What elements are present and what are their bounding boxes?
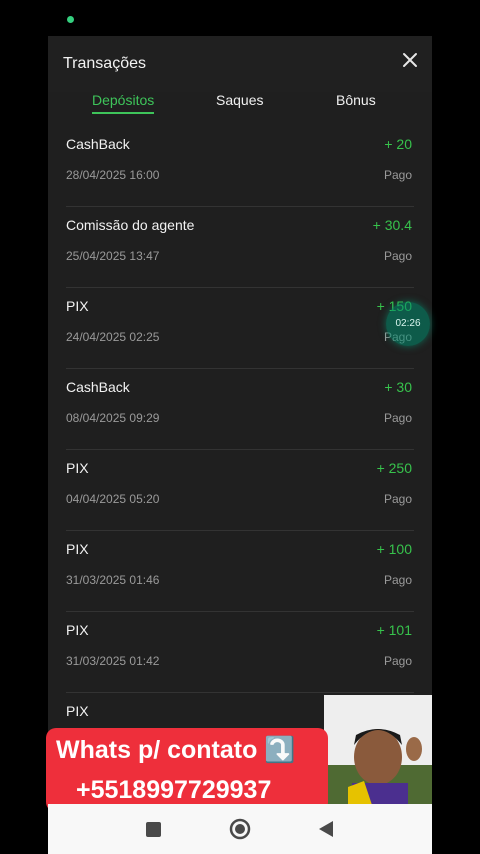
transaction-status: Pago [383,249,412,263]
transaction-status: Pago [383,168,412,182]
person-video-image [324,695,432,805]
transaction-status: Pago [383,573,412,587]
transaction-row[interactable]: PIX + 101 31/03/2025 01:42 Pago [66,612,414,693]
transaction-name: PIX [66,460,89,476]
back-button[interactable] [318,820,334,843]
promo-line-1: Whats p/ contato ⤵️ [56,736,296,764]
transaction-amount: + 30 [384,379,412,395]
transaction-date: 08/04/2025 09:29 [66,411,160,425]
tab-bar: Depósitos Saques Bônus [48,92,432,118]
tab-saques[interactable]: Saques [216,92,263,118]
close-button[interactable] [400,50,420,70]
transaction-row[interactable]: CashBack + 20 28/04/2025 16:00 Pago [66,126,414,207]
transaction-amount: + 250 [376,460,412,476]
tab-bonus[interactable]: Bônus [336,92,376,118]
timer-text: 02:26 [395,318,421,329]
transaction-row[interactable]: PIX + 250 04/04/2025 05:20 Pago [66,450,414,531]
circle-icon [229,818,251,840]
transaction-status: Pago [383,411,412,425]
transaction-name: PIX [66,622,89,638]
transaction-date: 31/03/2025 01:42 [66,654,160,668]
transactions-modal: Transações Depósitos Saques Bônus CashBa… [48,36,432,804]
transaction-name: PIX [66,703,89,719]
transaction-date: 28/04/2025 16:00 [66,168,160,182]
android-navigation-bar [48,804,432,854]
transaction-row[interactable]: PIX + 150 24/04/2025 02:25 Pago [66,288,414,369]
transaction-status: Pago [383,654,412,668]
tab-label: Saques [216,92,264,108]
transaction-date: 04/04/2025 05:20 [66,492,160,506]
transaction-name: CashBack [66,136,130,152]
active-tab-indicator [92,112,155,114]
notification-dot [67,16,74,23]
floating-timer-bubble[interactable]: 02:26 [386,302,430,346]
modal-header: Transações [48,36,432,92]
transaction-list: CashBack + 20 28/04/2025 16:00 Pago Comi… [66,126,414,773]
video-overlay-thumbnail [324,695,432,805]
transaction-date: 25/04/2025 13:47 [66,249,160,263]
contact-promo-banner: Whats p/ contato ⤵️ +5518997729937 [46,728,328,812]
tab-label: Bônus [336,92,376,108]
transaction-amount: + 100 [376,541,412,557]
transaction-status: Pago [383,492,412,506]
transaction-date: 31/03/2025 01:46 [66,573,160,587]
transaction-name: PIX [66,541,89,557]
transaction-row[interactable]: CashBack + 30 08/04/2025 09:29 Pago [66,369,414,450]
square-icon [146,822,161,837]
transaction-amount: + 20 [384,136,412,152]
transaction-date: 24/04/2025 02:25 [66,330,160,344]
tab-depositos[interactable]: Depósitos [92,92,155,118]
home-button[interactable] [229,818,251,845]
transaction-name: Comissão do agente [66,217,195,233]
modal-title: Transações [63,55,146,72]
transaction-name: PIX [66,298,89,314]
close-icon [403,53,417,67]
recents-button[interactable] [146,822,161,842]
transaction-amount: + 30.4 [372,217,412,233]
transaction-row[interactable]: Comissão do agente + 30.4 25/04/2025 13:… [66,207,414,288]
promo-phone-number: +5518997729937 [76,776,272,804]
transaction-row[interactable]: PIX + 100 31/03/2025 01:46 Pago [66,531,414,612]
triangle-back-icon [319,821,333,837]
transaction-name: CashBack [66,379,130,395]
transaction-amount: + 101 [376,622,412,638]
tab-label: Depósitos [92,92,155,108]
